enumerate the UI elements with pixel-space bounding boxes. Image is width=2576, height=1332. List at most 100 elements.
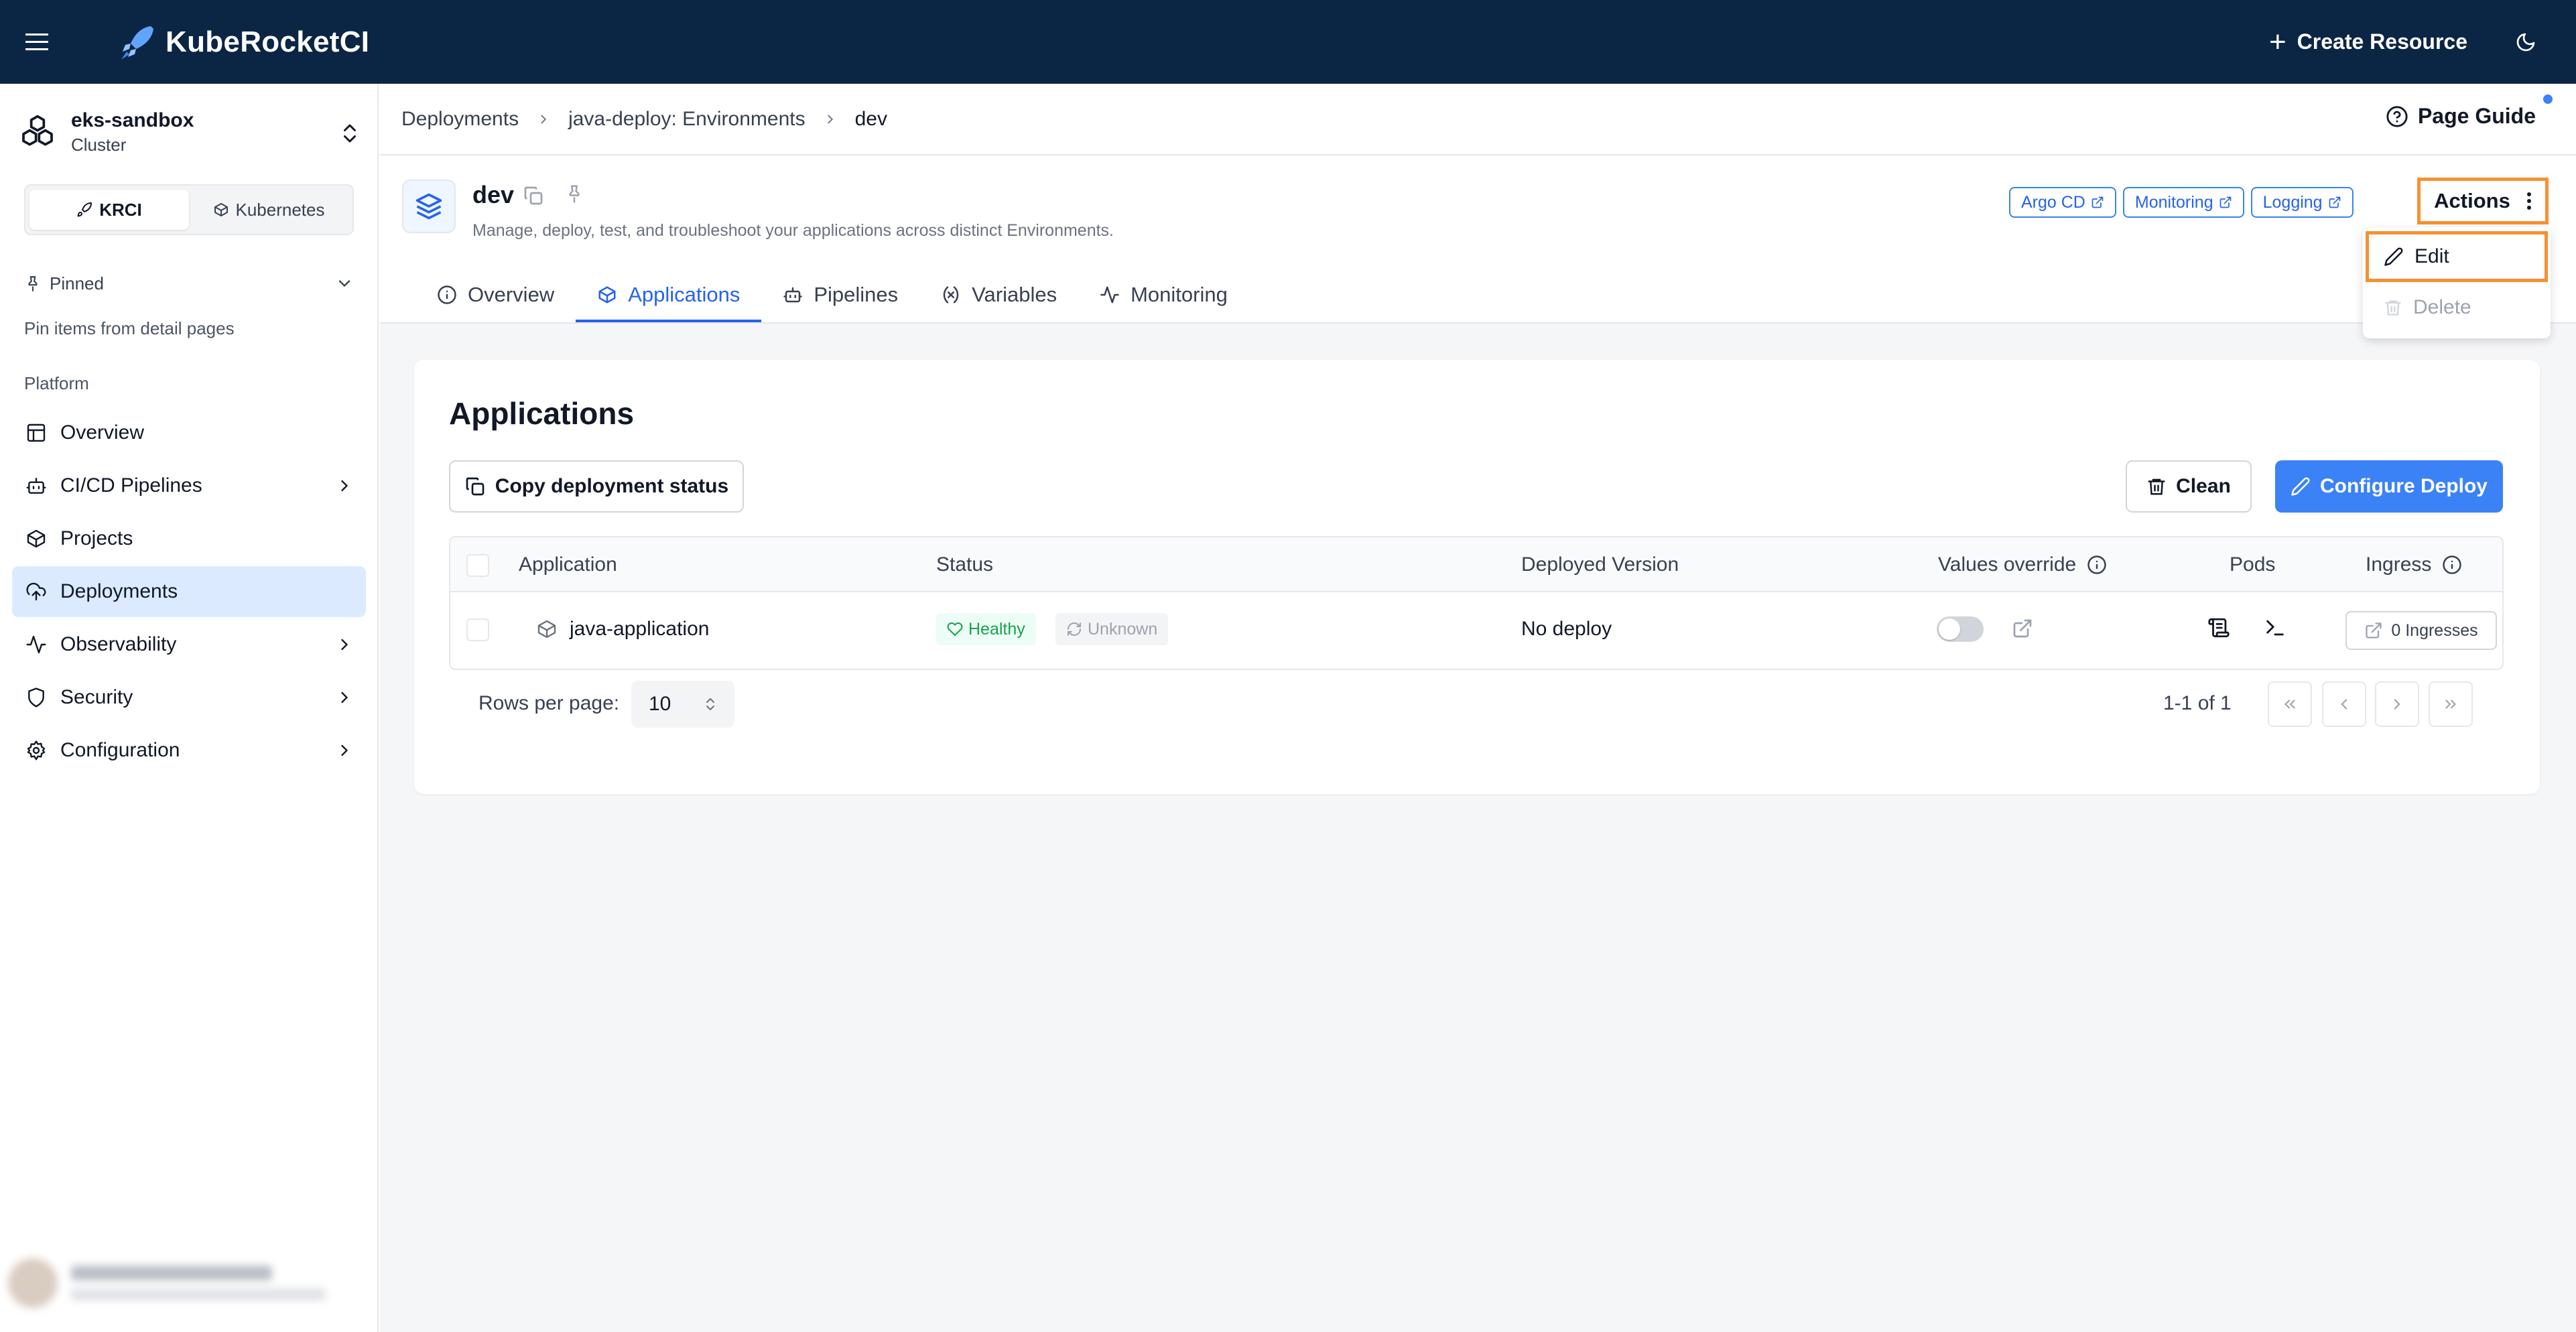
external-link-icon <box>2091 196 2104 208</box>
external-link-icon[interactable] <box>2012 618 2033 639</box>
breadcrumb-deployments[interactable]: Deployments <box>401 108 519 131</box>
sidebar-item-label: Projects <box>60 527 133 549</box>
edit-label: Edit <box>2414 245 2449 267</box>
select-all-checkbox[interactable] <box>466 554 489 577</box>
row-checkbox[interactable] <box>466 618 489 641</box>
sidebar-item-overview[interactable]: Overview <box>12 407 366 458</box>
applications-table: Application Status Deployed Version Valu… <box>449 536 2504 670</box>
configure-deploy-button[interactable]: Configure Deploy <box>2275 460 2503 513</box>
box-icon <box>214 203 228 216</box>
external-link-icon <box>2366 622 2382 639</box>
actions-button[interactable]: Actions <box>2417 178 2549 224</box>
chevrons-up-down-icon <box>338 120 362 147</box>
sidebar-nav: Overview CI/CD Pipelines Projects Deploy… <box>12 407 366 778</box>
last-page-button[interactable] <box>2429 681 2473 727</box>
breadcrumb-current: dev <box>854 107 887 130</box>
argocd-link[interactable]: Argo CD <box>2009 187 2116 218</box>
tab-variables[interactable]: Variables <box>919 270 1078 322</box>
bot-icon <box>24 474 48 498</box>
copy-deployment-status-button[interactable]: Copy deployment status <box>449 460 744 513</box>
next-page-button[interactable] <box>2375 681 2419 727</box>
box-icon <box>24 527 48 551</box>
delete-label: Delete <box>2413 296 2471 318</box>
external-link-icon <box>2329 196 2340 208</box>
sidebar-item-label: Configuration <box>60 739 180 761</box>
ingresses-button[interactable]: 0 Ingresses <box>2345 611 2497 650</box>
sidebar: eks-sandbox Cluster KRCI Kubernetes Pinn… <box>0 84 379 1332</box>
chevron-right-icon <box>827 115 833 123</box>
info-icon <box>2087 555 2106 574</box>
logging-link[interactable]: Logging <box>2250 187 2354 218</box>
delete-menu-item: Delete <box>2366 284 2548 331</box>
sidebar-item-cicd-pipelines[interactable]: CI/CD Pipelines <box>12 460 366 511</box>
menu-icon[interactable] <box>20 25 54 59</box>
column-deployed-version[interactable]: Deployed Version <box>1521 553 1679 576</box>
refresh-icon <box>1068 622 1081 636</box>
previous-page-button[interactable] <box>2322 681 2366 727</box>
column-values-override-label: Values override <box>1938 553 2077 576</box>
deployed-version-cell: No deploy <box>1521 618 1612 640</box>
pinned-section-toggle[interactable]: Pinned <box>24 270 354 297</box>
sidebar-item-security[interactable]: Security <box>12 672 366 723</box>
sidebar-item-projects[interactable]: Projects <box>12 513 366 564</box>
tab-monitoring[interactable]: Monitoring <box>1078 270 1249 322</box>
sync-status-label: Unknown <box>1088 619 1158 639</box>
pinned-empty-note: Pin items from detail pages <box>24 318 235 338</box>
values-override-toggle[interactable] <box>1937 616 1984 642</box>
create-resource-button[interactable]: + Create Resource <box>2269 27 2467 57</box>
sidebar-item-observability[interactable]: Observability <box>12 619 366 670</box>
column-ingress: Ingress <box>2366 553 2462 576</box>
terminal-icon[interactable] <box>2264 616 2287 639</box>
gear-icon <box>24 738 48 762</box>
platform-section-label: Platform <box>24 373 89 393</box>
page-guide-button[interactable]: Page Guide <box>2386 104 2536 129</box>
mode-krci-label: KRCI <box>99 199 142 220</box>
application-cell[interactable]: java-application <box>536 618 709 641</box>
health-status-label: Healthy <box>968 619 1025 639</box>
mode-kubernetes-button[interactable]: Kubernetes <box>189 190 348 230</box>
mode-switch: KRCI Kubernetes <box>24 184 354 235</box>
column-status[interactable]: Status <box>936 553 993 576</box>
chevron-down-icon <box>338 280 350 287</box>
plus-icon: + <box>2268 25 2287 58</box>
application-name: java-application <box>570 618 710 640</box>
rocket-icon <box>77 202 92 217</box>
mode-krci-button[interactable]: KRCI <box>29 190 189 230</box>
cluster-name: eks-sandbox <box>71 109 194 131</box>
chevrons-up-down-icon <box>706 698 714 710</box>
monitoring-link[interactable]: Monitoring <box>2122 187 2244 218</box>
edit-menu-item[interactable]: Edit <box>2366 231 2548 282</box>
monitoring-link-label: Monitoring <box>2134 192 2213 212</box>
tab-overview[interactable]: Overview <box>415 270 576 322</box>
avatar <box>8 1258 58 1308</box>
tab-pipelines[interactable]: Pipelines <box>761 270 919 322</box>
sidebar-item-label: CI/CD Pipelines <box>60 474 202 496</box>
rows-per-page-select[interactable]: 10 <box>631 681 734 728</box>
sidebar-item-configuration[interactable]: Configuration <box>12 725 366 776</box>
breadcrumb-environments[interactable]: java-deploy: Environments <box>568 108 806 131</box>
user-profile-blurred[interactable] <box>8 1250 367 1317</box>
heart-icon <box>947 622 963 636</box>
column-application[interactable]: Application <box>519 553 617 576</box>
chevron-right-icon <box>2394 699 2400 710</box>
copy-icon[interactable] <box>523 185 544 206</box>
pin-icon[interactable] <box>564 184 584 204</box>
pin-icon <box>28 276 38 291</box>
top-bar: KubeRocketCI + Create Resource <box>0 0 2576 84</box>
cluster-selector[interactable]: eks-sandbox Cluster <box>19 105 367 159</box>
info-icon <box>2443 555 2462 574</box>
applications-title: Applications <box>449 396 635 431</box>
layout-icon <box>24 421 48 445</box>
pod-logs-icon[interactable] <box>2207 616 2230 639</box>
ingresses-label: 0 Ingresses <box>2391 620 2478 640</box>
first-page-button[interactable] <box>2268 681 2312 727</box>
tab-applications[interactable]: Applications <box>576 270 762 322</box>
column-values-override: Values override <box>1938 553 2107 576</box>
trash-icon <box>2148 478 2165 495</box>
moon-icon[interactable] <box>2509 25 2542 59</box>
clean-button[interactable]: Clean <box>2126 460 2252 513</box>
sync-status-badge: Unknown <box>1055 613 1169 645</box>
sidebar-item-deployments[interactable]: Deployments <box>12 566 366 617</box>
pagination-info: 1-1 of 1 <box>2163 692 2232 714</box>
brand[interactable]: KubeRocketCI <box>117 22 369 62</box>
